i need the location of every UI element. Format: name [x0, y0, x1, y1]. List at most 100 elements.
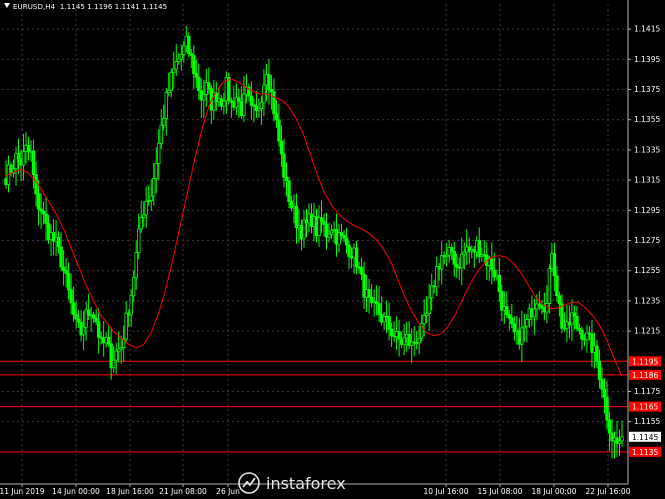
ohlc-values: 1.1145 1.1196 1.1141 1.1145	[59, 3, 168, 11]
candle-body	[557, 295, 562, 305]
price-chart: 1.11951.11861.11651.1135 1.14151.13951.1…	[0, 0, 661, 496]
candle-body	[174, 60, 178, 70]
candle-body	[329, 230, 334, 235]
candle-body	[26, 144, 31, 152]
x-tick-label: 10 Jul 16:00	[424, 487, 469, 496]
candle-body	[249, 95, 254, 106]
candle-body	[600, 379, 604, 390]
candle-body	[41, 210, 46, 215]
candle-body	[417, 337, 421, 343]
candle-body	[154, 163, 158, 179]
candle-body	[505, 306, 509, 316]
candle-body	[192, 55, 196, 75]
candle-body	[106, 337, 111, 345]
instaforex-logo-icon	[238, 472, 260, 494]
candle-body	[267, 74, 271, 90]
candle-body	[277, 119, 281, 142]
candle-body	[560, 303, 564, 329]
x-tick-label: 18 Jul 00:00	[532, 487, 577, 496]
candle-body	[227, 77, 231, 102]
candle-body	[21, 150, 26, 166]
y-tick-label: 1.1375	[634, 85, 660, 94]
candle-body	[207, 82, 211, 90]
candle-body	[572, 312, 577, 317]
candle-body	[237, 97, 241, 102]
y-tick-label: 1.1295	[634, 206, 660, 215]
candle-body	[187, 35, 191, 55]
watermark: instaforex	[238, 470, 378, 496]
candle-body	[455, 263, 459, 268]
x-tick-label: 11 Jun 2019	[0, 487, 45, 496]
candle-body	[242, 93, 246, 117]
candle-body	[602, 388, 607, 398]
x-tick-label: 18 Jun 16:00	[106, 487, 154, 496]
candle-body	[287, 180, 291, 202]
candle-body	[397, 331, 401, 340]
chart-header: EURUSD,H4 1.1145 1.1196 1.1141 1.1145	[4, 3, 167, 11]
candle-body	[157, 142, 161, 164]
candle-body	[344, 237, 349, 246]
candles	[4, 25, 624, 459]
candle-body	[607, 419, 612, 434]
candle-body	[339, 232, 344, 236]
candle-body	[427, 297, 431, 314]
candle-body	[520, 327, 524, 345]
level-price-label: 1.1165	[632, 403, 658, 412]
candle-body	[620, 436, 624, 442]
candle-body	[202, 94, 206, 101]
candle-body	[169, 71, 173, 91]
candle-body	[197, 76, 201, 92]
candle-body	[162, 118, 166, 126]
candle-body	[540, 305, 544, 309]
candle-body	[595, 345, 599, 362]
candle-body	[142, 214, 146, 218]
candle-body	[389, 328, 394, 337]
candle-body	[137, 228, 141, 254]
candle-body	[44, 213, 48, 224]
x-tick-label: 21 Jun 08:00	[159, 487, 207, 496]
y-tick-label: 1.1235	[634, 296, 660, 305]
candle-body	[422, 314, 426, 325]
candle-body	[159, 124, 163, 144]
candle-body	[182, 45, 186, 56]
y-tick-label: 1.1395	[634, 55, 660, 64]
candle-body	[272, 91, 276, 115]
candle-body	[16, 152, 21, 160]
candle-body	[76, 318, 81, 323]
candle-body	[387, 316, 391, 330]
candle-body	[477, 240, 481, 258]
level-price-label: 1.1195	[632, 357, 658, 366]
candle-body	[144, 201, 148, 216]
level-price-label: 1.1186	[632, 371, 658, 380]
candle-body	[59, 246, 63, 268]
candle-body	[31, 150, 36, 176]
candle-body	[172, 68, 176, 73]
candle-body	[555, 275, 559, 297]
candle-body	[354, 247, 359, 268]
candle-body	[402, 337, 406, 345]
candle-body	[139, 217, 143, 230]
candle-body	[597, 360, 602, 380]
candle-body	[56, 236, 61, 248]
candle-body	[152, 178, 156, 197]
candle-body	[194, 73, 199, 78]
candle-body	[179, 54, 183, 60]
candle-body	[124, 312, 128, 340]
candle-body	[497, 274, 502, 293]
candle-body	[490, 258, 494, 271]
candle-body	[575, 315, 579, 329]
candle-body	[450, 247, 454, 252]
candle-body	[367, 289, 371, 298]
candle-body	[282, 153, 286, 178]
x-tick-label: 22 Jul 16:00	[586, 487, 631, 496]
candle-body	[327, 233, 331, 238]
candle-body	[134, 252, 138, 278]
grid	[2, 4, 628, 484]
level-price-label: 1.1135	[632, 448, 658, 457]
collapse-triangle-icon[interactable]	[4, 3, 10, 8]
y-tick-label: 1.1255	[634, 266, 660, 275]
candle-body	[96, 321, 101, 338]
candle-body	[222, 100, 226, 107]
candle-body	[132, 276, 136, 297]
candle-body	[69, 289, 73, 304]
